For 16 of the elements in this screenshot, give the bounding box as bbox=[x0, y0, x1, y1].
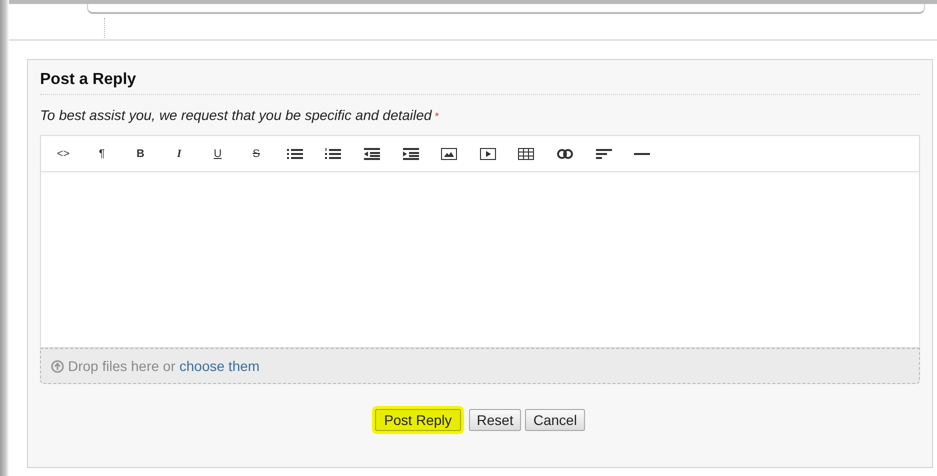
choose-files-link[interactable]: choose them bbox=[179, 358, 260, 374]
form-title: Post a Reply bbox=[40, 60, 920, 95]
upload-icon bbox=[51, 360, 64, 372]
format-button[interactable]: <> bbox=[44, 140, 83, 168]
italic-button[interactable]: I bbox=[160, 140, 198, 168]
required-mark: * bbox=[434, 111, 440, 123]
bold-button[interactable]: B bbox=[121, 140, 160, 168]
form-button[interactable]: Reset bbox=[468, 409, 522, 431]
strikethrough-button[interactable]: S bbox=[236, 140, 276, 168]
form-button[interactable]: Cancel bbox=[525, 409, 585, 431]
format-button[interactable]: ¶ bbox=[82, 140, 122, 168]
underline-button[interactable]: U bbox=[198, 140, 237, 168]
form-button[interactable]: Post Reply bbox=[375, 409, 461, 431]
file-drop-zone[interactable]: Drop files here or choose them bbox=[40, 348, 920, 384]
drop-files-text: Drop files here or bbox=[68, 358, 176, 374]
instruction-text: To best assist you, we request that you be specific and detailed bbox=[40, 107, 432, 123]
